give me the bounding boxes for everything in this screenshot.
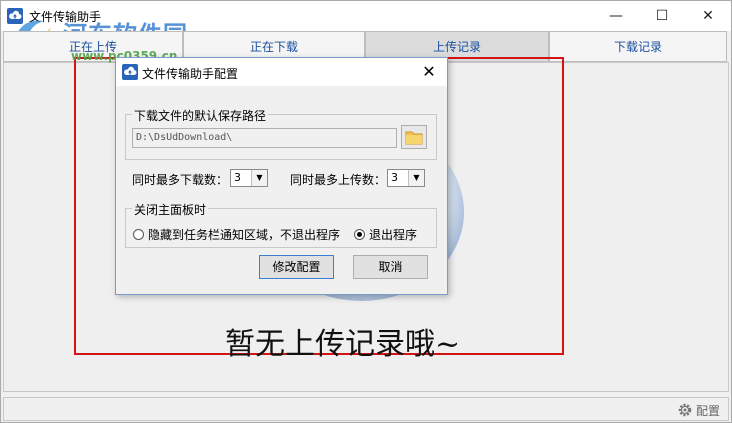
app-cloud-icon — [122, 64, 138, 80]
radio-hide-to-tray[interactable]: 隐藏到任务栏通知区域，不退出程序 — [133, 226, 340, 243]
config-label: 配置 — [696, 403, 721, 418]
close-button[interactable]: ✕ — [685, 1, 731, 31]
cancel-button[interactable]: 取消 — [353, 255, 428, 279]
main-window: 文件传输助手 — ☐ ✕ 河东软件园 正在上传 正在下载 上传记录 下载记录 暂… — [0, 0, 732, 423]
max-upload-select[interactable]: 3 ▼ — [387, 169, 425, 187]
dialog-title: 文件传输助手配置 — [142, 67, 239, 81]
save-path-field[interactable]: D:\DsUdDownload\ — [132, 128, 397, 148]
config-dialog: 文件传输助手配置 ✕ 下载文件的默认保存路径 D:\DsUdDownload\ … — [115, 57, 448, 295]
radio-exit-label: 退出程序 — [369, 228, 418, 242]
dialog-close-button[interactable]: ✕ — [417, 60, 441, 84]
path-group-label: 下载文件的默认保存路径 — [132, 107, 269, 124]
max-download-value: 3 — [234, 171, 241, 184]
radio-indicator — [133, 229, 144, 240]
maximize-button[interactable]: ☐ — [639, 1, 685, 31]
folder-icon — [405, 131, 423, 145]
minimize-button[interactable]: — — [593, 1, 639, 31]
max-upload-label: 同时最多上传数： — [290, 173, 387, 187]
gear-icon — [678, 403, 692, 417]
radio-hide-label: 隐藏到任务栏通知区域，不退出程序 — [148, 228, 341, 242]
max-download-select[interactable]: 3 ▼ — [230, 169, 268, 187]
dialog-title-bar: 文件传输助手配置 ✕ — [116, 58, 447, 86]
chevron-down-icon: ▼ — [251, 170, 267, 186]
config-button[interactable]: 配置 — [677, 401, 720, 419]
chevron-down-icon: ▼ — [408, 170, 424, 186]
radio-exit-program[interactable]: 退出程序 — [354, 226, 417, 243]
radio-indicator-selected — [354, 229, 365, 240]
max-download-label: 同时最多下载数： — [132, 173, 229, 187]
close-group-label: 关闭主面板时 — [132, 201, 209, 218]
max-upload-value: 3 — [391, 171, 398, 184]
tab-download-history[interactable]: 下载记录 — [549, 31, 727, 62]
browse-folder-button[interactable] — [401, 125, 427, 149]
status-bar — [3, 397, 729, 421]
modify-config-button[interactable]: 修改配置 — [259, 255, 334, 279]
empty-message: 暂无上传记录哦~ — [225, 327, 461, 362]
